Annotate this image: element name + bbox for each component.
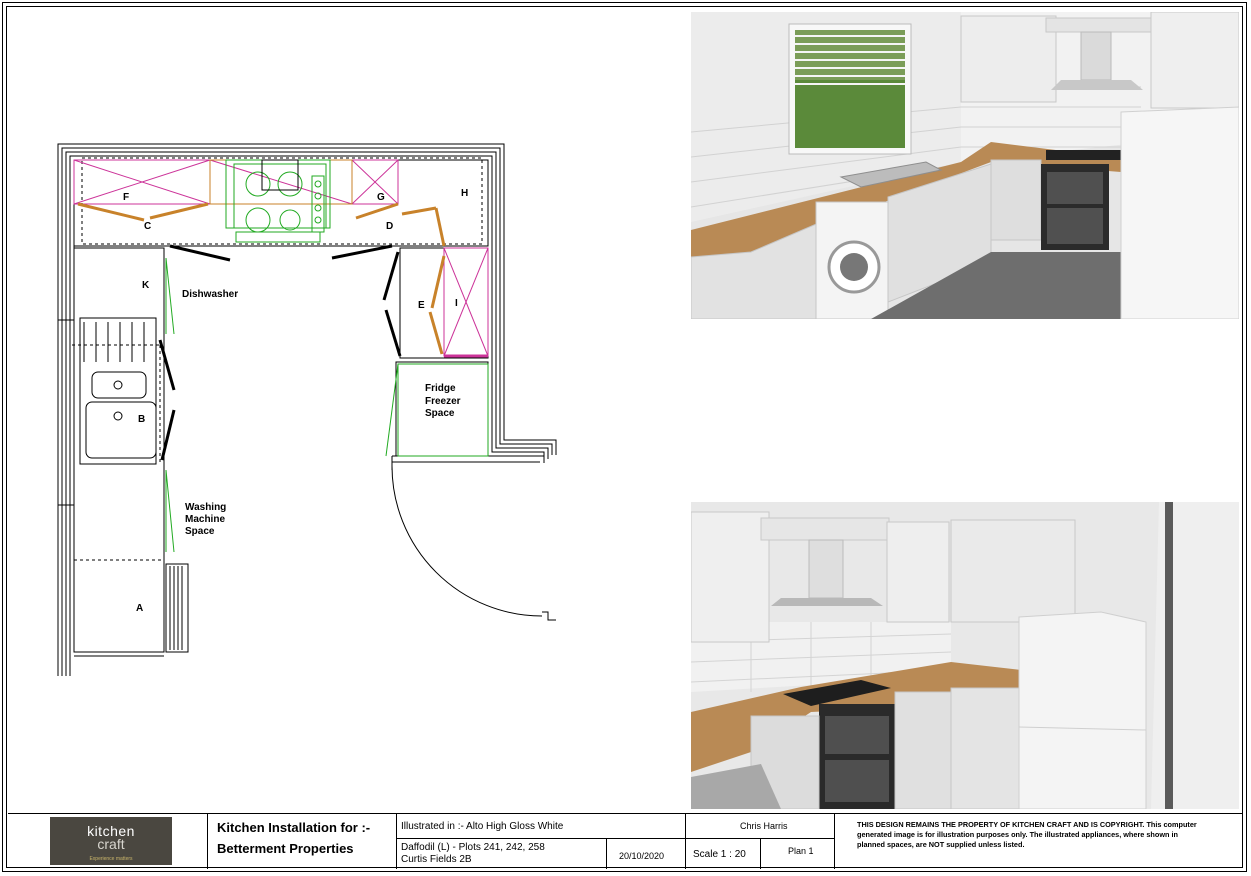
- plots-text: Daffodil (L) - Plots 241, 242, 258: [401, 842, 545, 853]
- date-cell: 20/10/2020: [607, 838, 686, 869]
- render-top-image: [691, 12, 1239, 319]
- client-cell: Kitchen Installation for :- Betterment P…: [208, 814, 397, 869]
- designer-text: Chris Harris: [740, 821, 788, 831]
- scale-text: Scale 1 : 20: [693, 849, 746, 860]
- label-wash-2: Machine: [185, 514, 225, 525]
- label-fridge-3: Space: [425, 408, 455, 419]
- logo-line2: craft: [50, 838, 172, 851]
- label-a: A: [136, 603, 143, 614]
- plan-text: Plan 1: [788, 846, 814, 856]
- render-bottom-image: [691, 502, 1239, 809]
- illustrated-text: Illustrated in :- Alto High Gloss White: [401, 821, 563, 832]
- label-wash-1: Washing: [185, 502, 226, 513]
- label-dishwasher: Dishwasher: [182, 289, 238, 300]
- label-fridge-1: Fridge: [425, 383, 456, 394]
- plan-cell: Plan 1: [761, 838, 835, 869]
- logo-cell: kitchen craft Experience matters: [8, 814, 208, 869]
- label-e: E: [418, 300, 425, 311]
- scale-cell: Scale 1 : 20: [686, 838, 761, 869]
- label-wash-3: Space: [185, 526, 215, 537]
- install-label: Kitchen Installation for :-: [217, 820, 370, 835]
- designer-cell: Chris Harris: [686, 814, 835, 838]
- label-f: F: [123, 192, 129, 203]
- label-fridge-2: Freezer: [425, 396, 461, 407]
- logo-tagline: Experience matters: [50, 856, 172, 862]
- render-view-hob: [691, 502, 1239, 809]
- label-i: I: [455, 298, 458, 309]
- label-b: B: [138, 414, 145, 425]
- client-name: Betterment Properties: [217, 841, 354, 856]
- title-block: kitchen craft Experience matters Kitchen…: [8, 813, 1243, 869]
- floor-plan: F C G D H K Dishwasher E I Fridge Freeze…: [0, 0, 690, 810]
- kitchen-craft-logo: kitchen craft Experience matters: [50, 817, 172, 865]
- date-text: 20/10/2020: [619, 851, 664, 861]
- plots-cell: Daffodil (L) - Plots 241, 242, 258 Curti…: [397, 838, 607, 869]
- label-d: D: [386, 221, 393, 232]
- illustrated-cell: Illustrated in :- Alto High Gloss White: [397, 814, 686, 838]
- label-g: G: [377, 192, 385, 203]
- label-c: C: [144, 221, 151, 232]
- copyright-disclaimer: THIS DESIGN REMAINS THE PROPERTY OF KITC…: [857, 820, 1197, 850]
- label-h: H: [461, 188, 468, 199]
- site-text: Curtis Fields 2B: [401, 854, 472, 865]
- label-k: K: [142, 280, 150, 291]
- render-view-window: [691, 12, 1239, 319]
